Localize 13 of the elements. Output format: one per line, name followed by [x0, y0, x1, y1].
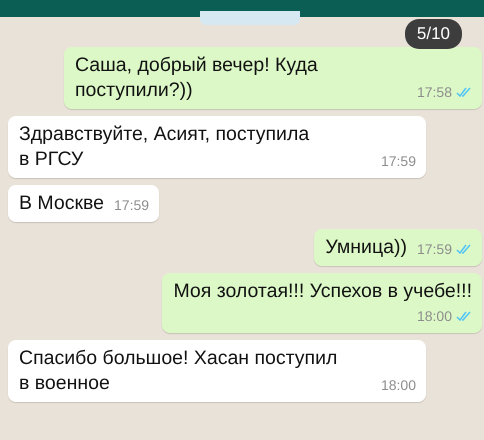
message-time: 17:59: [114, 196, 150, 215]
message-text: Саша, добрый вечер! Куда поступили?)): [75, 53, 318, 103]
message-time: 18:00: [416, 307, 452, 326]
message-time: 17:59: [416, 240, 452, 259]
message-text: Здравствуйте, Асият, поступила в РГСУ: [19, 122, 310, 172]
image-counter: 5/10: [404, 19, 462, 48]
message-time: 17:59: [380, 152, 416, 171]
message-text: Спасибо большое! Хасан поступил в военное: [19, 346, 338, 396]
message-time: 17:58: [416, 83, 452, 102]
message-text: Моя золотая!!! Успехов в учебе!!!: [173, 279, 472, 304]
message-text: В Москве: [19, 191, 104, 216]
message-text: Умница)): [325, 235, 407, 260]
message-time: 18:00: [380, 376, 416, 395]
